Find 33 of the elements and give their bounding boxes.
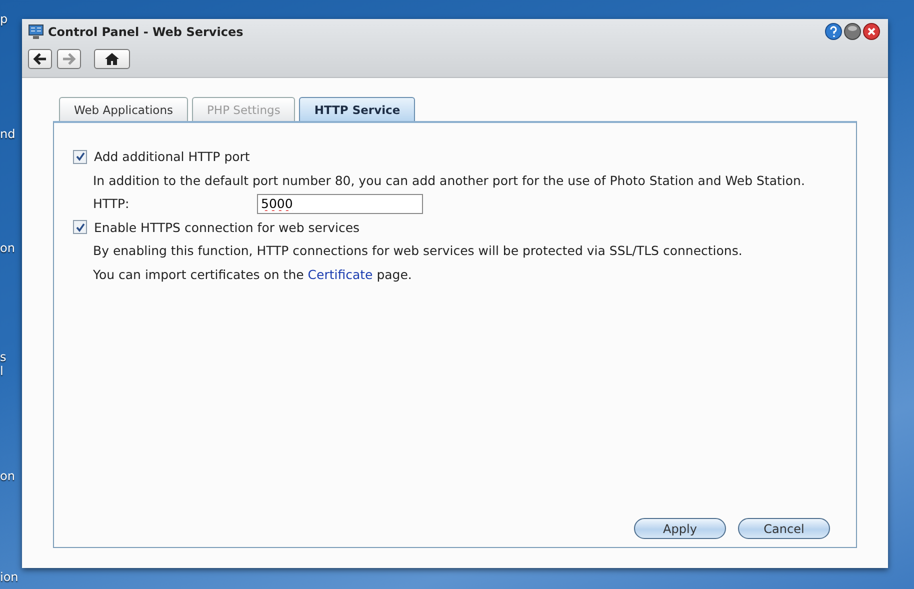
window-title: Control Panel - Web Services — [48, 25, 244, 39]
close-icon[interactable] — [863, 23, 880, 40]
home-icon — [105, 53, 119, 65]
checkbox-label: Enable HTTPS connection for web services — [94, 220, 360, 235]
checkmark-icon — [76, 152, 84, 162]
checkbox[interactable] — [73, 220, 87, 234]
certificate-link[interactable]: Certificate — [308, 266, 373, 282]
dialog-button[interactable]: Apply — [634, 518, 726, 539]
forward-arrow-icon — [62, 53, 76, 65]
checkbox[interactable] — [73, 150, 87, 164]
description-text: In addition to the default port number 80, you can add another port for the use of Photo Station and Web Station. — [93, 172, 805, 188]
checkmark-icon — [76, 222, 84, 232]
desktop-icon-label[interactable]: l — [0, 364, 4, 378]
tab[interactable]: Web Applications — [59, 97, 188, 121]
desktop-icon-label[interactable]: nd — [0, 127, 16, 141]
description-text: By enabling this function, HTTP connections for web services will be protected via SSL/TLS connections. — [93, 243, 742, 258]
tab[interactable]: HTTP Service — [299, 97, 416, 121]
desktop-icon-label[interactable]: on — [0, 469, 15, 483]
description-text: You can import certificates on the Certificate page. — [93, 266, 412, 282]
home-button[interactable] — [94, 49, 130, 69]
desktop-icon-label[interactable]: p — [0, 12, 8, 26]
port-input-field[interactable]: 5000 — [257, 194, 423, 214]
back-button[interactable] — [28, 49, 52, 69]
checkbox-label: Add additional HTTP port — [94, 149, 250, 164]
help-icon[interactable] — [825, 23, 842, 40]
desktop-icon-label[interactable]: on — [0, 241, 15, 255]
desktop-icon-label[interactable]: s — [0, 350, 6, 364]
back-arrow-icon — [33, 53, 47, 65]
field-label: HTTP: — [93, 196, 130, 212]
desktop-icon-label[interactable]: ion — [0, 570, 18, 584]
dialog-button[interactable]: Cancel — [738, 518, 830, 539]
minimize-icon[interactable] — [844, 23, 861, 40]
monitor-icon — [28, 24, 44, 40]
